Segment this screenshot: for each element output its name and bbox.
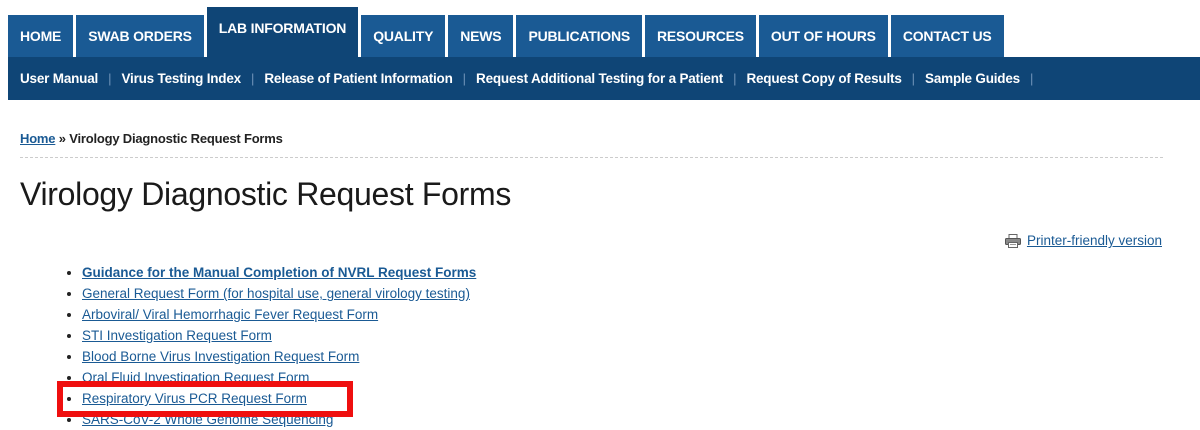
form-link-oral-fluid[interactable]: Oral Fluid Investigation Request Form [82,370,309,385]
breadcrumb-current: Virology Diagnostic Request Forms [69,131,283,146]
list-item: Respiratory Virus PCR Request Form [82,388,476,409]
subnav-sample-guides[interactable]: Sample Guides [925,71,1020,86]
form-link-sti[interactable]: STI Investigation Request Form [82,328,272,343]
tab-quality[interactable]: QUALITY [361,15,446,57]
form-link-arboviral[interactable]: Arboviral/ Viral Hemorrhagic Fever Reque… [82,307,378,322]
subnav-separator: | [250,71,255,86]
tab-resources[interactable]: RESOURCES [645,15,756,57]
subnav-request-additional-testing[interactable]: Request Additional Testing for a Patient [476,71,723,86]
subnav-release-patient-info[interactable]: Release of Patient Information [264,71,452,86]
list-item: STI Investigation Request Form [82,325,476,346]
main-nav: HOME SWAB ORDERS LAB INFORMATION QUALITY… [8,7,1007,57]
tab-contact-us[interactable]: CONTACT US [890,15,1004,57]
list-item: Oral Fluid Investigation Request Form [82,367,476,388]
list-item: Arboviral/ Viral Hemorrhagic Fever Reque… [82,304,476,325]
list-item: SARS-CoV-2 Whole Genome Sequencing [82,409,476,430]
printer-icon [1004,233,1021,248]
tab-news[interactable]: NEWS [448,15,514,57]
list-item: General Request Form (for hospital use, … [82,283,476,304]
subnav-separator: | [733,71,737,86]
subnav-separator: | [462,71,467,86]
tab-publications[interactable]: PUBLICATIONS [516,15,642,57]
list-item: Guidance for the Manual Completion of NV… [82,262,476,283]
page-title: Virology Diagnostic Request Forms [20,176,512,212]
form-link-general-request[interactable]: General Request Form (for hospital use, … [82,286,470,301]
breadcrumb-home-link[interactable]: Home [20,131,56,146]
breadcrumb: Home » Virology Diagnostic Request Forms [20,131,283,146]
breadcrumb-separator: » [58,131,66,146]
printer-friendly-link[interactable]: Printer-friendly version [1027,233,1162,248]
subnav-separator: | [911,71,916,86]
subnav-user-manual[interactable]: User Manual [20,71,98,86]
tab-out-of-hours[interactable]: OUT OF HOURS [758,15,888,57]
form-link-sars-cov-2[interactable]: SARS-CoV-2 Whole Genome Sequencing [82,412,333,427]
tab-home[interactable]: HOME [8,15,74,57]
sub-nav: User Manual | Virus Testing Index | Rele… [8,57,1200,100]
list-item: Blood Borne Virus Investigation Request … [82,346,476,367]
subnav-separator: | [1029,71,1034,86]
subnav-request-copy-results[interactable]: Request Copy of Results [746,71,901,86]
form-link-blood-borne[interactable]: Blood Borne Virus Investigation Request … [82,349,359,364]
subnav-separator: | [108,71,112,86]
forms-list: Guidance for the Manual Completion of NV… [64,262,476,430]
subnav-virus-testing-index[interactable]: Virus Testing Index [121,71,241,86]
form-link-respiratory-pcr[interactable]: Respiratory Virus PCR Request Form [82,391,307,406]
tab-lab-information[interactable]: LAB INFORMATION [206,7,359,57]
form-link-guidance[interactable]: Guidance for the Manual Completion of NV… [82,265,476,280]
breadcrumb-divider [20,157,1163,158]
printer-friendly[interactable]: Printer-friendly version [1004,233,1162,248]
page: HOME SWAB ORDERS LAB INFORMATION QUALITY… [0,0,1200,430]
tab-swab-orders[interactable]: SWAB ORDERS [76,15,204,57]
